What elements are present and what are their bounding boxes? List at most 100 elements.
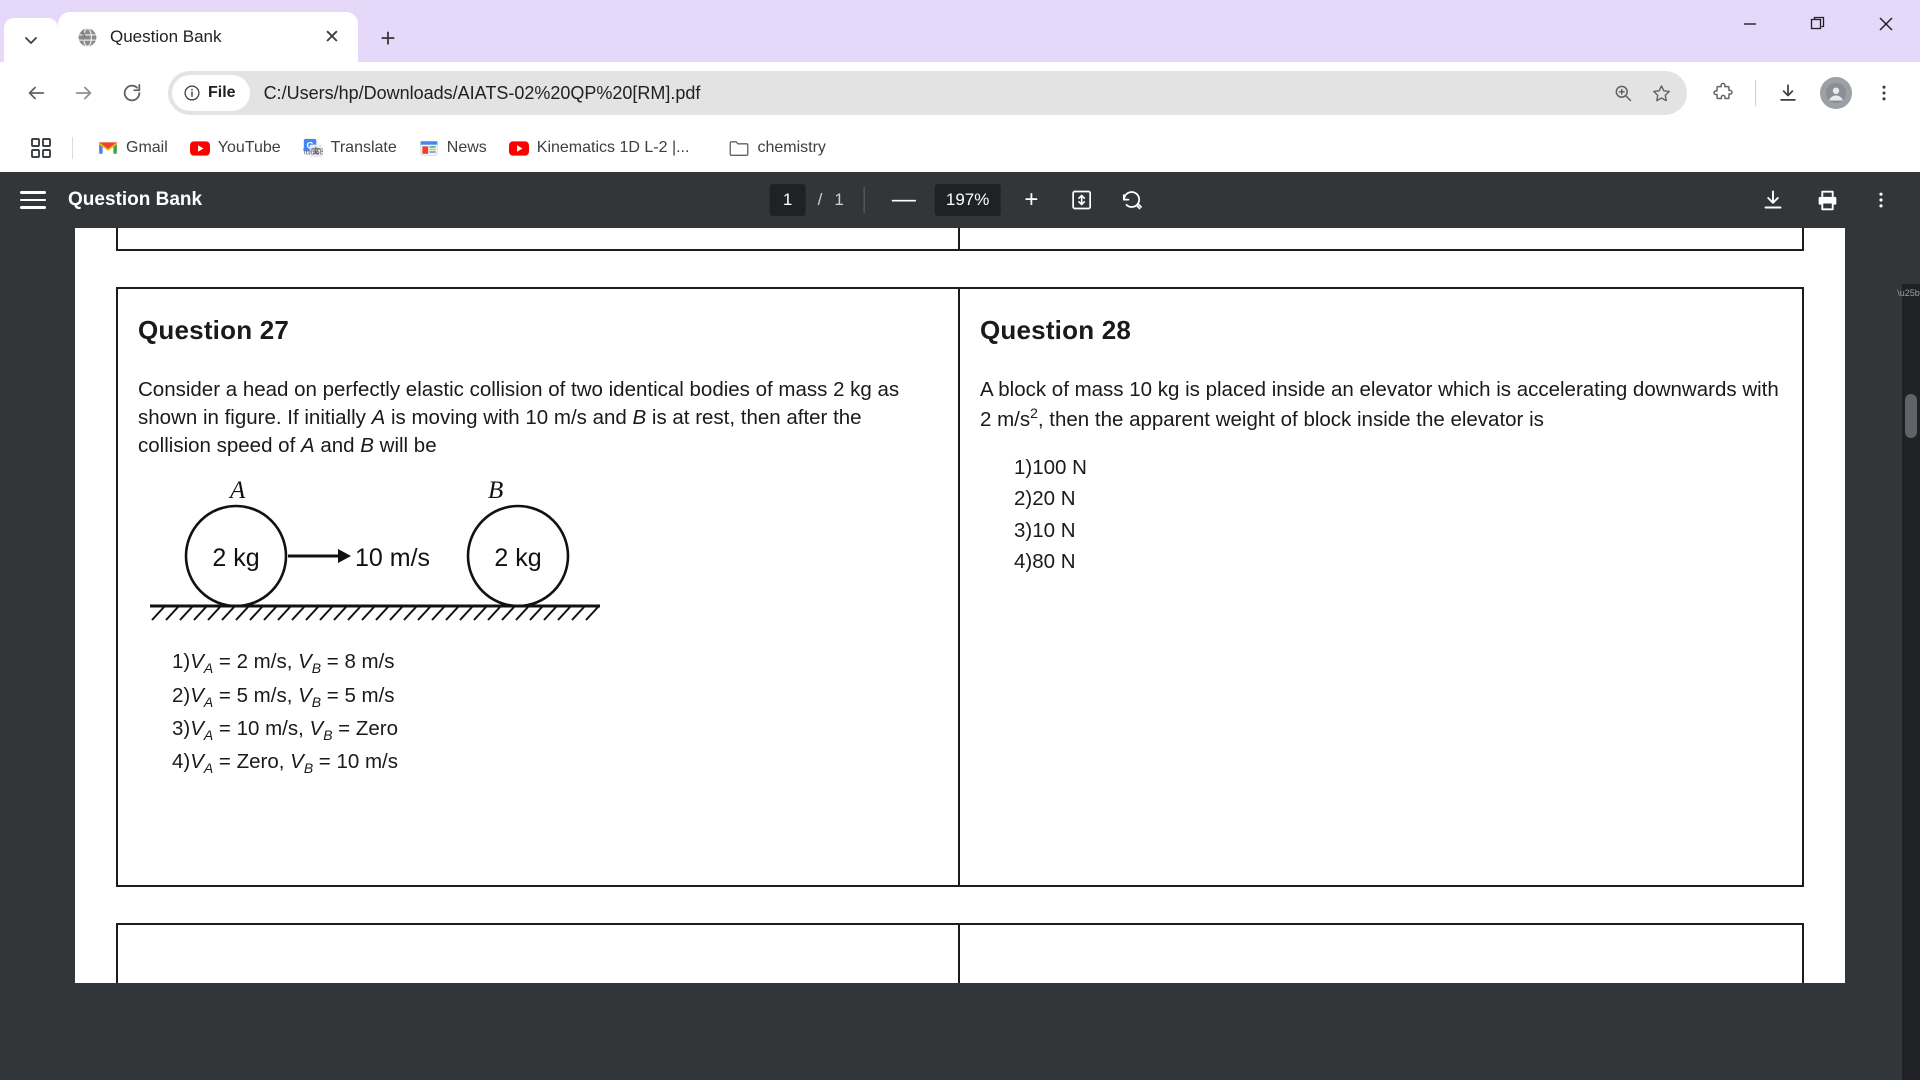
pdf-download-button[interactable] [1754,181,1792,219]
figure-velocity: 10 m/s [355,544,430,572]
option-3[interactable]: 3)10 N [1014,515,1782,546]
pdf-toolbar-center: 1 / 1 — 197% + [769,181,1151,219]
pdf-fit-page-button[interactable] [1062,181,1100,219]
option-var-sub: A [203,693,214,710]
gmail-icon [98,138,118,158]
pdf-zoom-level[interactable]: 197% [934,184,1001,216]
bookmark-item-chemistry[interactable]: chemistry [720,132,834,164]
browser-navigation-bar: File C:/Users/hp/Downloads/AIATS-02%20QP… [0,62,1920,124]
option-value-b: = Zero [332,717,398,741]
figure-mass-b: 2 kg [494,544,541,572]
option-3[interactable]: 3)VA = 10 m/s, VB = Zero [172,713,938,746]
tab-close-button[interactable]: ✕ [318,23,346,51]
new-tab-button[interactable]: + [368,18,408,58]
address-bar[interactable]: File C:/Users/hp/Downloads/AIATS-02%20QP… [168,71,1687,115]
bookmark-item-kinematics[interactable]: Kinematics 1D L-2 |... [500,132,699,164]
pdf-print-button[interactable] [1808,181,1846,219]
scroll-up-button[interactable]: \u25b2 [1897,284,1920,302]
option-1[interactable]: 1)100 N [1014,452,1782,483]
bookmark-item-translate[interactable]: G \u6587 Translate [294,132,406,164]
question-column-left: 3)a → (r), b → (q), c → (s), d → (p) 4)a… [118,228,960,249]
option-var-b-sub: B [311,660,322,677]
question-block-next [116,923,1804,983]
question-block-current: Question 27 Consider a head on perfectly… [116,287,1804,887]
extensions-button[interactable] [1701,71,1745,115]
profile-button[interactable] [1814,71,1858,115]
window-close-button[interactable] [1852,0,1920,48]
option-number: 1) [172,650,191,674]
print-icon [1818,190,1836,210]
figure-label-a: A [228,478,246,504]
bookmark-item-youtube[interactable]: YouTube [181,132,290,164]
option-number: 2) [172,683,191,707]
option-4[interactable]: 4)80 N [1014,546,1782,577]
option-var: V [190,750,204,774]
question-column-right-next [960,925,1802,983]
option-var-b: V [298,683,312,707]
file-scheme-chip[interactable]: File [172,75,250,111]
pdf-document-title: Question Bank [68,189,203,210]
folder-icon [729,138,749,158]
zoom-in-icon[interactable] [1605,75,1641,111]
downloads-button[interactable] [1766,71,1810,115]
more-vertical-icon [1882,85,1886,101]
bookmark-label: Translate [330,139,397,156]
pdf-rotate-button[interactable] [1112,181,1150,219]
window-minimize-button[interactable] [1716,0,1784,48]
pdf-total-pages: 1 [834,190,844,209]
question-27-body: Consider a head on perfectly elastic col… [138,376,938,460]
pdf-zoom-out-button[interactable]: — [885,181,923,219]
question-28: Question 28 A block of mass 10 kg is pla… [960,289,1802,885]
collision-diagram: A B 2 kg 2 kg 10 m/s [148,477,618,628]
forward-button[interactable] [62,71,106,115]
option-2[interactable]: 2)20 N [1014,483,1782,514]
pdf-page-canvas: 3)a → (r), b → (q), c → (s), d → (p) 4)a… [0,228,1920,1080]
more-vertical-icon [1879,192,1883,208]
option-2[interactable]: 2)VA = 5 m/s, VB = 5 m/s [172,680,938,713]
pdf-scrollbar[interactable]: \u25b2 [1897,284,1920,1080]
window-maximize-button[interactable] [1784,0,1852,48]
q27-var-a: A [371,406,386,430]
question-block-previous: 3)a → (r), b → (q), c → (s), d → (p) 4)a… [116,228,1804,251]
browser-menu-button[interactable] [1862,71,1906,115]
question-column-left-next [118,925,960,983]
pdf-toolbar-right [1754,181,1900,219]
translate-icon: G \u6587 [303,138,323,158]
option-value-a: = 2 m/s, [213,650,299,674]
pdf-toolbar: Question Bank 1 / 1 — 197% + [0,172,1920,228]
bookmark-item-news[interactable]: News [410,132,496,164]
chevron-down-icon [25,37,37,44]
pdf-page-1: 3)a → (r), b → (q), c → (s), d → (p) 4)a… [75,228,1845,983]
option-value-a: = 5 m/s, [213,683,299,707]
bookmarks-divider [72,137,73,159]
pdf-more-button[interactable] [1862,181,1900,219]
apps-grid-icon[interactable] [24,131,58,165]
hamburger-icon[interactable] [20,191,46,209]
browser-tab[interactable]: Question Bank ✕ [58,12,358,62]
q27-var-b2: B [360,434,374,458]
pdf-left-gutter [0,284,44,1080]
pdf-zoom-in-button[interactable]: + [1012,181,1050,219]
tab-search-button[interactable] [4,18,58,62]
news-icon [419,138,439,158]
address-bar-url[interactable]: C:/Users/hp/Downloads/AIATS-02%20QP%20[R… [250,83,1605,104]
back-button[interactable] [14,71,58,115]
puzzle-icon [1713,82,1733,100]
option-var-b-sub: B [303,760,314,777]
option-var: V [190,650,204,674]
browser-tab-strip: Question Bank ✕ + [0,0,1920,62]
bookmark-item-gmail[interactable]: Gmail [89,132,177,164]
info-circle-icon [184,85,200,101]
bookmark-label: News [446,139,487,156]
option-value-b: = 5 m/s [321,683,395,707]
option-4[interactable]: 4)VA = Zero, VB = 10 m/s [172,746,938,779]
pdf-page-input[interactable]: 1 [769,184,806,216]
star-icon[interactable] [1643,75,1679,111]
scrollbar-thumb[interactable] [1905,394,1917,438]
reload-button[interactable] [110,71,154,115]
address-bar-actions [1605,75,1679,111]
option-1[interactable]: 1)VA = 2 m/s, VB = 8 m/s [172,646,938,679]
question-27-title: Question 27 [138,315,290,345]
figure-label-b: B [488,478,503,504]
option-var: V [190,717,204,741]
